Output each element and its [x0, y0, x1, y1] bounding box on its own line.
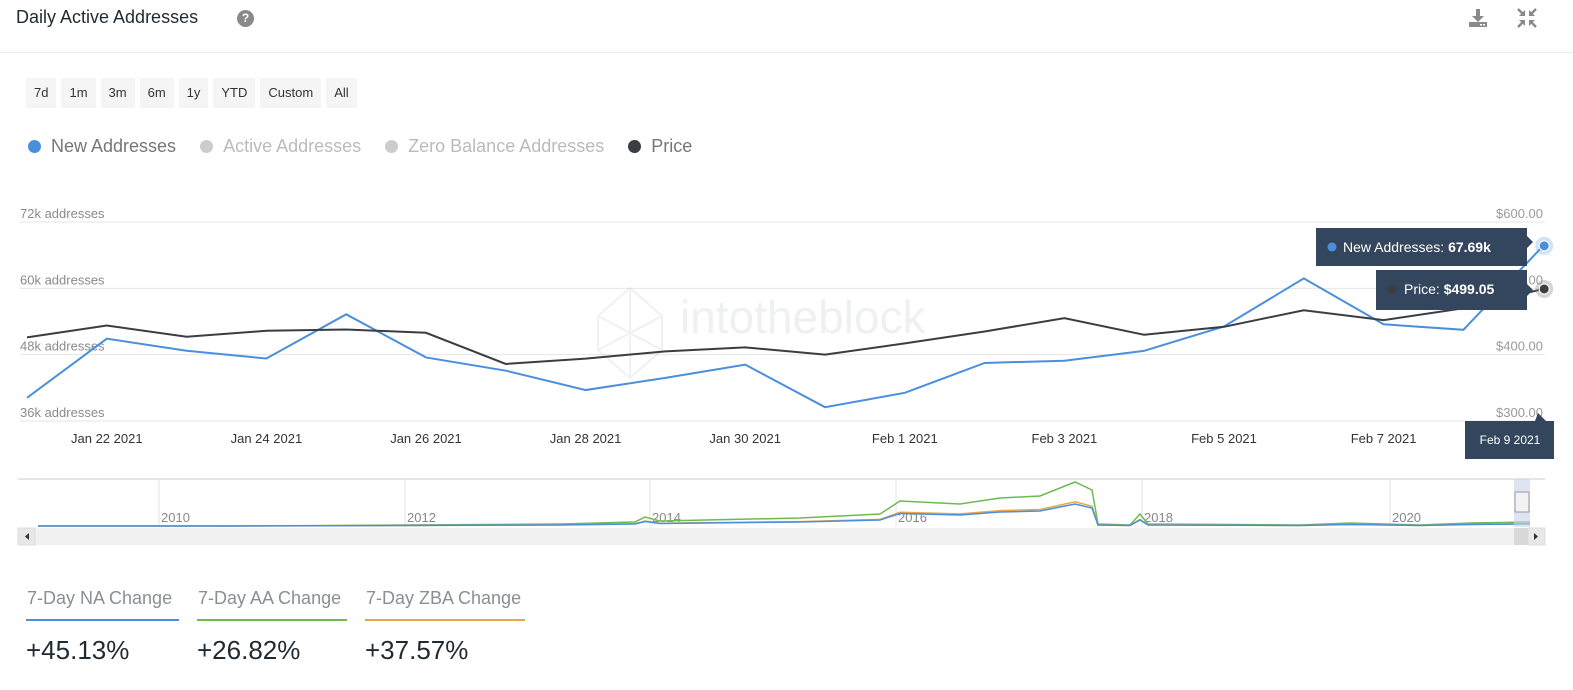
range-selector: 7d 1m 3m 6m 1y YTD Custom All	[26, 78, 357, 108]
x-tick-label: Jan 24 2021	[231, 431, 303, 446]
download-icon[interactable]	[1466, 6, 1490, 30]
y-right-tick-label: $300.00	[1496, 405, 1543, 420]
range-3m-button[interactable]: 3m	[100, 78, 135, 108]
navigator-year-label: 2020	[1392, 510, 1421, 525]
hover-halo	[1535, 279, 1554, 298]
tooltip-date: Feb 9 2021	[1465, 413, 1554, 459]
y-left-tick-label: 72k addresses	[20, 206, 105, 221]
x-tick-label: Feb 5 2021	[1191, 431, 1257, 446]
legend-item-new-addresses[interactable]: New Addresses	[28, 136, 176, 157]
scroll-left-button[interactable]	[17, 527, 36, 546]
stats-row: 7-Day NA Change +45.13% 7-Day AA Change …	[26, 588, 525, 666]
stat-label: 7-Day ZBA Change	[365, 588, 525, 621]
legend-label: Zero Balance Addresses	[408, 136, 605, 156]
legend-label: Active Addresses	[223, 136, 362, 156]
range-6m-button[interactable]: 6m	[139, 78, 174, 108]
range-7d-button[interactable]: 7d	[26, 78, 57, 108]
scroll-right-button[interactable]	[1527, 527, 1546, 546]
y-right-tick-label: $600.00	[1496, 206, 1543, 221]
main-chart: intotheblock 72k addresses 60k addresses 4…	[17, 206, 1554, 546]
chevron-left-icon	[25, 533, 29, 540]
navigator-series	[38, 503, 1531, 527]
range-custom-button[interactable]: Custom	[260, 78, 322, 108]
navigator-scrollbar[interactable]	[18, 528, 1545, 545]
legend-dot	[28, 140, 41, 153]
legend-label: New Addresses	[51, 136, 177, 156]
stat-value: +37.57%	[365, 635, 469, 665]
tooltip-text: Price: $499.05	[1404, 281, 1495, 297]
navigator-series	[38, 481, 1531, 527]
stat-value: +45.13%	[26, 635, 130, 665]
legend-item-price[interactable]: Price	[628, 136, 692, 157]
navigator-year-label: 2014	[652, 510, 681, 525]
legend-item-zero-balance-addresses[interactable]: Zero Balance Addresses	[385, 136, 604, 157]
legend-dot	[385, 140, 399, 153]
hover-marker-new-addresses	[1538, 240, 1550, 252]
x-tick-label: Feb 7 2021	[1351, 431, 1417, 446]
navigator-year-label: 2010	[161, 510, 190, 525]
x-tick-label: Jan 22 2021	[71, 431, 143, 446]
series-line-new-addresses	[26, 245, 1544, 409]
y-left-tick-label: 48k addresses	[20, 339, 105, 354]
y-left-tick-label: 60k addresses	[20, 272, 105, 287]
tooltip-price: Price: $499.05	[1376, 270, 1533, 310]
x-tick-label: Feb 1 2021	[872, 431, 938, 446]
navigator-year-label: 2012	[407, 510, 436, 525]
hover-marker-price	[1538, 283, 1550, 295]
y-left-tick-label: 36k addresses	[20, 405, 105, 420]
range-ytd-button[interactable]: YTD	[213, 78, 256, 108]
tooltip-new-addresses: New Addresses: 67.69k	[1316, 228, 1533, 266]
compress-arrows-icon[interactable]	[1515, 6, 1539, 30]
range-1y-button[interactable]: 1y	[178, 78, 209, 108]
x-tick-label: Feb 3 2021	[1032, 431, 1098, 446]
stat-zba-change: 7-Day ZBA Change +37.57%	[365, 588, 525, 666]
navigator-year-label: 2018	[1144, 510, 1173, 525]
legend-dot	[200, 140, 214, 153]
tooltip-date-text: Feb 9 2021	[1480, 433, 1541, 447]
stat-na-change: 7-Day NA Change +45.13%	[26, 588, 179, 666]
stat-value: +26.82%	[197, 635, 301, 665]
series-line-price	[26, 287, 1544, 365]
range-1m-button[interactable]: 1m	[61, 78, 96, 108]
watermark: intotheblock	[597, 286, 926, 380]
chevron-right-icon	[1534, 533, 1538, 540]
navigator-year-label: 2016	[898, 510, 927, 525]
scrollbar-thumb[interactable]	[1514, 528, 1528, 545]
stat-label: 7-Day NA Change	[26, 588, 179, 621]
chart-legend: New Addresses Active Addresses Zero Bala…	[28, 136, 692, 157]
x-tick-label: Jan 28 2021	[550, 431, 622, 446]
watermark-text: intotheblock	[680, 291, 926, 343]
legend-item-active-addresses[interactable]: Active Addresses	[200, 136, 361, 157]
x-tick-label: Jan 26 2021	[390, 431, 462, 446]
navigator-series	[38, 501, 1531, 527]
y-right-tick-label: $500.00	[1496, 272, 1543, 287]
page-title: Daily Active Addresses	[16, 7, 199, 27]
stat-aa-change: 7-Day AA Change +26.82%	[197, 588, 347, 666]
navigator-selection[interactable]	[1514, 479, 1530, 527]
hover-halo	[1535, 236, 1554, 255]
x-tick-label: Jan 30 2021	[709, 431, 781, 446]
legend-dot	[628, 140, 642, 153]
navigator-handle[interactable]	[1514, 491, 1530, 513]
widget-header: Daily Active Addresses ?	[0, 0, 1573, 53]
legend-label: Price	[651, 136, 693, 156]
range-all-button[interactable]: All	[326, 78, 357, 108]
tooltip-text: New Addresses: 67.69k	[1343, 239, 1491, 255]
help-icon[interactable]: ?	[237, 10, 254, 27]
stat-label: 7-Day AA Change	[197, 588, 347, 621]
y-right-tick-label: $400.00	[1496, 339, 1543, 354]
